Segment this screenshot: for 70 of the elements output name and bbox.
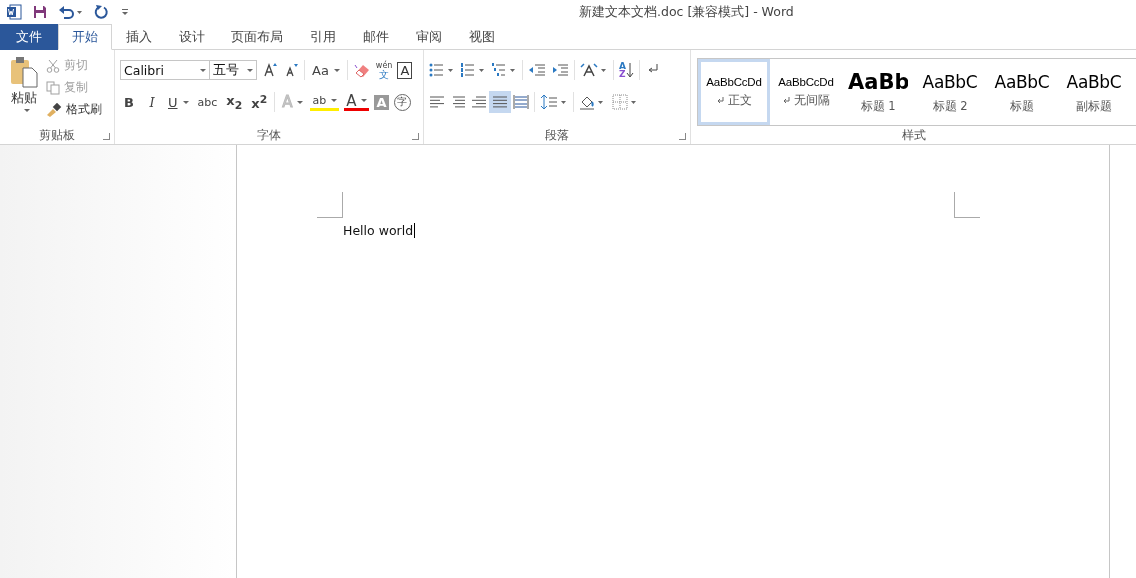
crop-mark (954, 192, 980, 218)
paragraph-mark-icon (782, 97, 790, 104)
character-border-button[interactable]: A (397, 61, 413, 79)
ribbon-tab[interactable]: 开始 (58, 24, 112, 50)
font-size-field[interactable]: 五号 (209, 60, 257, 80)
style-item[interactable]: AaBbC 标题 2 (914, 59, 986, 125)
ribbon-tab[interactable]: 视图 (455, 24, 508, 50)
font-color-button[interactable]: A (344, 93, 370, 111)
style-item[interactable]: AaBb 标题 1 (842, 59, 914, 125)
format-painter-button[interactable]: 格式刷 (44, 100, 104, 119)
increase-indent-icon[interactable] (551, 62, 569, 78)
ribbon-tab[interactable]: 页面布局 (218, 24, 296, 50)
word-logo-icon[interactable] (6, 4, 22, 20)
ribbon-tab[interactable]: 邮件 (349, 24, 402, 50)
dialog-launcher-icon[interactable] (103, 133, 110, 140)
style-item[interactable]: AaBbCcDd 正文 (698, 59, 770, 125)
alignment-icon (492, 94, 508, 110)
format-button[interactable]: B (120, 91, 138, 113)
phonetic-guide-button[interactable]: wén 文 (375, 61, 393, 79)
group-label: 样式 (901, 127, 926, 143)
multilevel-list-icon[interactable] (491, 62, 517, 78)
group-label: 字体 (257, 127, 281, 143)
crop-mark (317, 192, 343, 218)
format-button[interactable]: U (166, 91, 191, 113)
redo-icon[interactable] (94, 4, 110, 20)
format-button[interactable]: abc (195, 91, 220, 113)
alignment-button[interactable] (489, 91, 511, 113)
document-page[interactable]: Hello world (236, 145, 1110, 578)
ribbon-tab[interactable]: 设计 (165, 24, 218, 50)
change-case-button[interactable]: Aa (310, 59, 342, 81)
ribbon-tab[interactable]: 文件 (0, 24, 58, 50)
undo-icon[interactable] (58, 4, 84, 20)
text-direction-icon[interactable] (580, 62, 608, 78)
font-name-field[interactable]: Calibri (120, 60, 210, 80)
dialog-launcher-icon[interactable] (679, 133, 686, 140)
format-button[interactable]: x$^{2}$ (249, 91, 270, 113)
alignment-icon (471, 94, 487, 110)
style-item[interactable]: AaBbC 副标题 (1058, 59, 1130, 125)
grow-font-icon[interactable] (262, 62, 278, 78)
decrease-indent-icon[interactable] (528, 62, 546, 78)
ribbon-tab[interactable]: 引用 (296, 24, 349, 50)
line-spacing-icon[interactable] (540, 94, 568, 110)
ribbon-tab[interactable]: 审阅 (402, 24, 455, 50)
shrink-font-icon[interactable] (283, 62, 299, 78)
ribbon-tab[interactable]: 插入 (112, 24, 165, 50)
style-item[interactable]: AaBbCcDd 无间隔 (770, 59, 842, 125)
sort-button[interactable]: A Z (619, 62, 634, 78)
document-text[interactable]: Hello world (343, 223, 416, 238)
clipboard-icon (9, 56, 39, 88)
bullets-icon[interactable] (429, 62, 455, 78)
dialog-launcher-icon[interactable] (412, 133, 419, 140)
scissors-icon (46, 58, 60, 73)
copy-icon (46, 80, 60, 95)
eraser-icon[interactable] (352, 62, 371, 78)
highlight-button[interactable]: ab (310, 93, 340, 111)
alignment-icon (513, 94, 529, 110)
format-button[interactable]: x$_{2}$ (224, 91, 245, 113)
format-button[interactable]: I (143, 91, 161, 113)
group-label: 段落 (545, 127, 569, 143)
alignment-icon (450, 94, 466, 110)
window-title: 新建文本文档.doc [兼容模式] - Word (579, 4, 794, 21)
alignment-icon (429, 94, 445, 110)
numbering-icon[interactable] (460, 62, 486, 78)
style-item[interactable]: AaBbC 标题 (986, 59, 1058, 125)
save-icon[interactable] (32, 4, 48, 20)
customize-caret-icon[interactable] (120, 7, 130, 17)
group-label: 剪贴板 (39, 127, 75, 143)
paragraph-mark-icon (716, 97, 724, 104)
paste-button[interactable]: 粘贴 (8, 56, 40, 126)
paintbrush-icon (46, 102, 62, 117)
